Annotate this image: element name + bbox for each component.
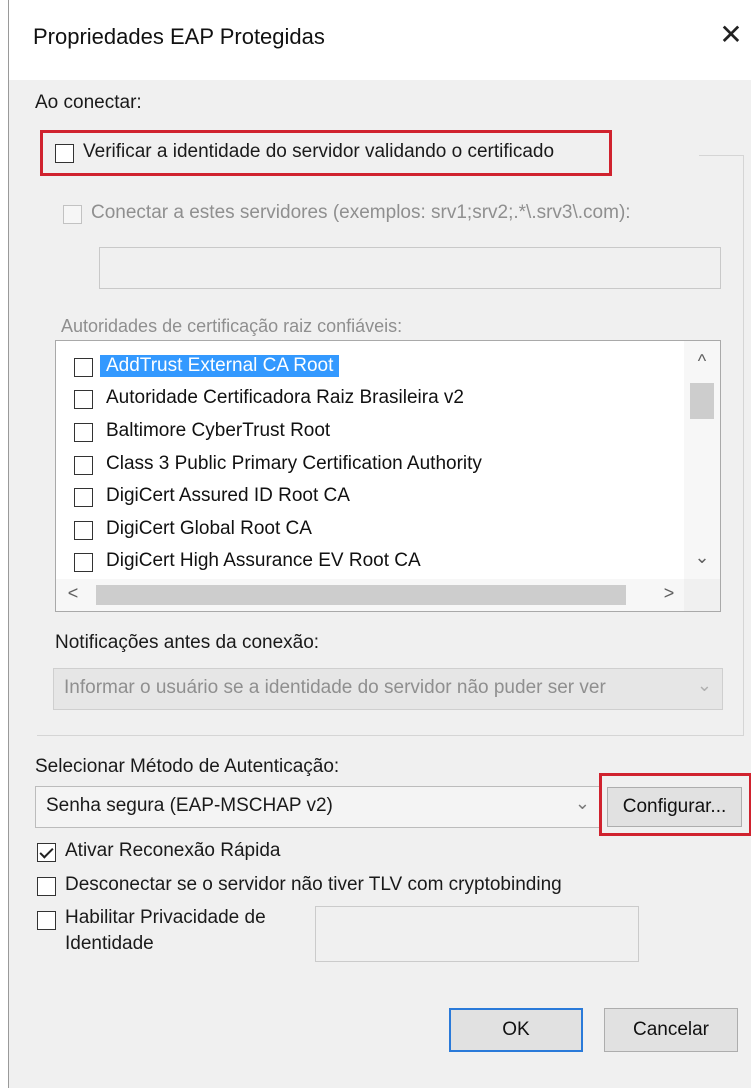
verify-server-label[interactable]: Verificar a identidade do servidor valid… xyxy=(83,141,554,163)
list-item-checkbox[interactable] xyxy=(74,423,93,442)
disconnect-tlv-label[interactable]: Desconectar se o servidor não tiver TLV … xyxy=(65,874,562,896)
vertical-scrollbar[interactable]: ^ ⌄ xyxy=(684,341,720,579)
list-item[interactable]: Baltimore CyberTrust Root xyxy=(56,416,684,448)
list-item-checkbox[interactable] xyxy=(74,553,93,572)
list-item-label: AddTrust External CA Root xyxy=(100,355,340,377)
list-item-checkbox[interactable] xyxy=(74,521,93,540)
scroll-left-icon[interactable]: < xyxy=(58,583,88,604)
eap-properties-dialog: Propriedades EAP Protegidas ✕ Ao conecta… xyxy=(8,0,751,1088)
vertical-scroll-thumb[interactable] xyxy=(690,383,714,419)
list-item[interactable]: AddTrust External CA Root xyxy=(56,351,684,383)
scroll-down-icon[interactable]: ⌄ xyxy=(684,547,720,568)
root-ca-list[interactable]: AddTrust External CA Root Autoridade Cer… xyxy=(55,340,721,612)
list-item-label: DigiCert Global Root CA xyxy=(106,518,312,539)
disconnect-tlv-checkbox[interactable] xyxy=(37,877,56,896)
list-item-checkbox[interactable] xyxy=(74,358,93,377)
scroll-up-icon[interactable]: ^ xyxy=(684,351,720,372)
root-ca-label: Autoridades de certificação raiz confiáv… xyxy=(61,316,403,336)
auth-method-value: Senha segura (EAP-MSCHAP v2) xyxy=(46,795,333,816)
list-item-label: Baltimore CyberTrust Root xyxy=(106,420,331,441)
list-item-label: DigiCert High Assurance EV Root CA xyxy=(106,550,421,571)
connect-servers-checkbox[interactable] xyxy=(63,205,82,224)
auth-method-select[interactable]: Senha segura (EAP-MSCHAP v2) ⌄ xyxy=(35,786,601,828)
group-border-top xyxy=(699,155,743,156)
servers-input[interactable] xyxy=(99,247,721,289)
dialog-title: Propriedades EAP Protegidas xyxy=(33,24,325,49)
list-item-label: DigiCert Assured ID Root CA xyxy=(106,485,350,506)
auth-method-label: Selecionar Método de Autenticação: xyxy=(35,756,340,777)
group-border-right xyxy=(743,155,744,735)
horizontal-scrollbar[interactable]: < > xyxy=(56,579,684,611)
list-item-checkbox[interactable] xyxy=(74,390,93,409)
list-item-checkbox[interactable] xyxy=(74,456,93,475)
notifications-select-value: Informar o usuário se a identidade do se… xyxy=(64,677,606,698)
horizontal-scroll-thumb[interactable] xyxy=(96,585,626,605)
cancel-button[interactable]: Cancelar xyxy=(604,1008,738,1052)
connect-servers-label: Conectar a estes servidores (exemplos: s… xyxy=(91,202,631,223)
fast-reconnect-label[interactable]: Ativar Reconexão Rápida xyxy=(65,840,280,862)
list-item[interactable]: DigiCert Assured ID Root CA xyxy=(56,481,684,513)
chevron-down-icon: ⌄ xyxy=(574,793,590,813)
ok-button[interactable]: OK xyxy=(449,1008,583,1052)
list-item[interactable]: DigiCert High Assurance EV Root CA xyxy=(56,546,684,578)
identity-privacy-label-line2[interactable]: Identidade xyxy=(65,933,154,955)
list-item[interactable]: DigiCert Global Root CA xyxy=(56,514,684,546)
identity-privacy-label-line1[interactable]: Habilitar Privacidade de xyxy=(65,907,266,929)
notifications-select[interactable]: Informar o usuário se a identidade do se… xyxy=(53,668,723,710)
list-item[interactable]: Autoridade Certificadora Raiz Brasileira… xyxy=(56,383,684,415)
list-item-label: Class 3 Public Primary Certification Aut… xyxy=(106,453,482,474)
configure-button[interactable]: Configurar... xyxy=(607,787,742,827)
on-connect-label: Ao conectar: xyxy=(35,92,142,113)
identity-privacy-checkbox[interactable] xyxy=(37,911,56,930)
title-bar: Propriedades EAP Protegidas ✕ xyxy=(9,0,751,80)
identity-privacy-input[interactable] xyxy=(315,906,639,962)
list-item-label: Autoridade Certificadora Raiz Brasileira… xyxy=(106,387,464,408)
close-icon[interactable]: ✕ xyxy=(714,18,748,52)
group-border-bottom xyxy=(37,735,744,736)
notifications-label: Notificações antes da conexão: xyxy=(55,632,320,653)
fast-reconnect-checkbox[interactable] xyxy=(37,843,56,862)
scrollbar-corner xyxy=(684,579,720,611)
list-item[interactable]: Class 3 Public Primary Certification Aut… xyxy=(56,449,684,481)
chevron-down-icon: ⌄ xyxy=(696,675,712,695)
verify-server-checkbox[interactable] xyxy=(55,144,74,163)
list-item-checkbox[interactable] xyxy=(74,488,93,507)
scroll-right-icon[interactable]: > xyxy=(654,583,684,604)
